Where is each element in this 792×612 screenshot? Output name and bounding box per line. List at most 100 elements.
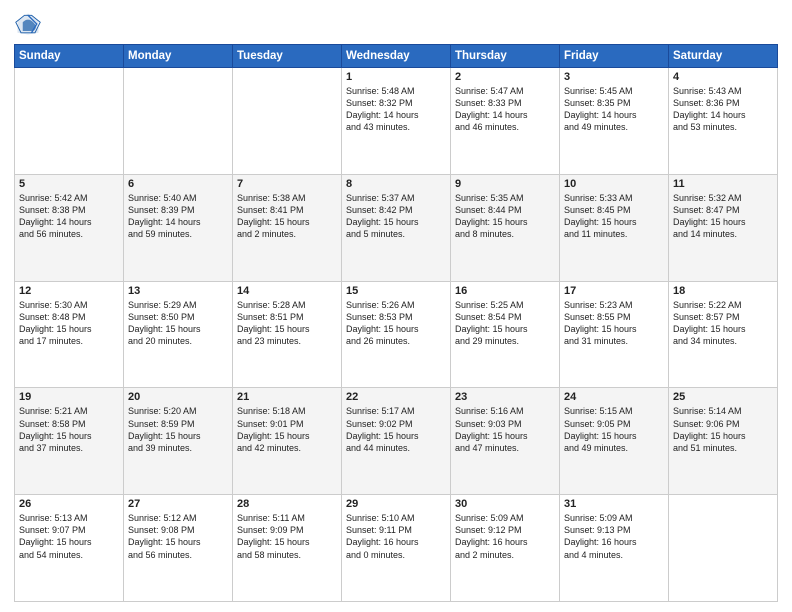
day-cell: 11 Sunrise: 5:32 AM Sunset: 8:47 PM Dayli… — [669, 174, 778, 281]
day-cell: 17Sunrise: 5:23 AM Sunset: 8:55 PM Dayli… — [560, 281, 669, 388]
day-cell: 14 Sunrise: 5:28 AM Sunset: 8:51 PM Dayli… — [233, 281, 342, 388]
day-number: 29 — [346, 498, 446, 510]
logo — [14, 10, 46, 38]
day-number: 15 — [346, 285, 446, 297]
day-cell: 19 Sunrise: 5:21 AM Sunset: 8:58 PM Dayli… — [15, 388, 124, 495]
day-detail: Sunrise: 5:09 AM Sunset: 9:13 PM Dayligh… — [564, 512, 664, 561]
day-cell: 18Sunrise: 5:22 AM Sunset: 8:57 PM Dayli… — [669, 281, 778, 388]
day-cell: 23 Sunrise: 5:16 AM Sunset: 9:03 PM Dayli… — [451, 388, 560, 495]
day-detail: Sunrise: 5:25 AM Sunset: 8:54 PM Dayligh… — [455, 299, 555, 348]
week-row-2: 5Sunrise: 5:42 AM Sunset: 8:38 PM Daylig… — [15, 174, 778, 281]
day-detail: Sunrise: 5:21 AM Sunset: 8:58 PM Dayligh… — [19, 405, 119, 454]
day-cell: 29 Sunrise: 5:10 AM Sunset: 9:11 PM Dayli… — [342, 495, 451, 602]
day-number: 14 — [237, 285, 337, 297]
weekday-monday: Monday — [124, 45, 233, 68]
day-number: 25 — [673, 391, 773, 403]
week-row-1: 1 Sunrise: 5:48 AM Sunset: 8:32 PM Daylig… — [15, 68, 778, 175]
day-number: 3 — [564, 71, 664, 83]
day-number: 5 — [19, 178, 119, 190]
day-detail: Sunrise: 5:33 AM Sunset: 8:45 PM Dayligh… — [564, 192, 664, 241]
day-cell: 28 Sunrise: 5:11 AM Sunset: 9:09 PM Dayli… — [233, 495, 342, 602]
day-detail: Sunrise: 5:47 AM Sunset: 8:33 PM Dayligh… — [455, 85, 555, 134]
day-detail: Sunrise: 5:10 AM Sunset: 9:11 PM Dayligh… — [346, 512, 446, 561]
day-detail: Sunrise: 5:30 AM Sunset: 8:48 PM Dayligh… — [19, 299, 119, 348]
weekday-saturday: Saturday — [669, 45, 778, 68]
weekday-sunday: Sunday — [15, 45, 124, 68]
day-cell: 8 Sunrise: 5:37 AM Sunset: 8:42 PM Daylig… — [342, 174, 451, 281]
week-row-5: 26 Sunrise: 5:13 AM Sunset: 9:07 PM Dayli… — [15, 495, 778, 602]
day-number: 16 — [455, 285, 555, 297]
day-detail: Sunrise: 5:28 AM Sunset: 8:51 PM Dayligh… — [237, 299, 337, 348]
day-cell: 7 Sunrise: 5:38 AM Sunset: 8:41 PM Daylig… — [233, 174, 342, 281]
day-detail: Sunrise: 5:26 AM Sunset: 8:53 PM Dayligh… — [346, 299, 446, 348]
calendar-table: SundayMondayTuesdayWednesdayThursdayFrid… — [14, 44, 778, 602]
day-detail: Sunrise: 5:20 AM Sunset: 8:59 PM Dayligh… — [128, 405, 228, 454]
day-detail: Sunrise: 5:35 AM Sunset: 8:44 PM Dayligh… — [455, 192, 555, 241]
day-detail: Sunrise: 5:11 AM Sunset: 9:09 PM Dayligh… — [237, 512, 337, 561]
day-detail: Sunrise: 5:16 AM Sunset: 9:03 PM Dayligh… — [455, 405, 555, 454]
day-detail: Sunrise: 5:14 AM Sunset: 9:06 PM Dayligh… — [673, 405, 773, 454]
day-number: 13 — [128, 285, 228, 297]
day-detail: Sunrise: 5:32 AM Sunset: 8:47 PM Dayligh… — [673, 192, 773, 241]
weekday-wednesday: Wednesday — [342, 45, 451, 68]
week-row-4: 19 Sunrise: 5:21 AM Sunset: 8:58 PM Dayli… — [15, 388, 778, 495]
weekday-header-row: SundayMondayTuesdayWednesdayThursdayFrid… — [15, 45, 778, 68]
day-cell: 24 Sunrise: 5:15 AM Sunset: 9:05 PM Dayli… — [560, 388, 669, 495]
day-number: 2 — [455, 71, 555, 83]
day-cell: 12 Sunrise: 5:30 AM Sunset: 8:48 PM Dayli… — [15, 281, 124, 388]
day-detail: Sunrise: 5:40 AM Sunset: 8:39 PM Dayligh… — [128, 192, 228, 241]
day-number: 21 — [237, 391, 337, 403]
day-cell — [669, 495, 778, 602]
day-number: 20 — [128, 391, 228, 403]
day-number: 28 — [237, 498, 337, 510]
week-row-3: 12 Sunrise: 5:30 AM Sunset: 8:48 PM Dayli… — [15, 281, 778, 388]
day-detail: Sunrise: 5:29 AM Sunset: 8:50 PM Dayligh… — [128, 299, 228, 348]
day-detail: Sunrise: 5:43 AM Sunset: 8:36 PM Dayligh… — [673, 85, 773, 134]
day-number: 9 — [455, 178, 555, 190]
day-number: 10 — [564, 178, 664, 190]
day-detail: Sunrise: 5:48 AM Sunset: 8:32 PM Dayligh… — [346, 85, 446, 134]
day-number: 12 — [19, 285, 119, 297]
weekday-tuesday: Tuesday — [233, 45, 342, 68]
day-cell: 9 Sunrise: 5:35 AM Sunset: 8:44 PM Daylig… — [451, 174, 560, 281]
day-detail: Sunrise: 5:13 AM Sunset: 9:07 PM Dayligh… — [19, 512, 119, 561]
day-detail: Sunrise: 5:38 AM Sunset: 8:41 PM Dayligh… — [237, 192, 337, 241]
day-cell: 10 Sunrise: 5:33 AM Sunset: 8:45 PM Dayli… — [560, 174, 669, 281]
day-cell — [15, 68, 124, 175]
day-detail: Sunrise: 5:45 AM Sunset: 8:35 PM Dayligh… — [564, 85, 664, 134]
day-cell: 27Sunrise: 5:12 AM Sunset: 9:08 PM Dayli… — [124, 495, 233, 602]
day-cell: 25 Sunrise: 5:14 AM Sunset: 9:06 PM Dayli… — [669, 388, 778, 495]
header — [14, 10, 778, 38]
day-number: 24 — [564, 391, 664, 403]
day-detail: Sunrise: 5:37 AM Sunset: 8:42 PM Dayligh… — [346, 192, 446, 241]
day-number: 17 — [564, 285, 664, 297]
day-number: 31 — [564, 498, 664, 510]
day-cell: 31 Sunrise: 5:09 AM Sunset: 9:13 PM Dayli… — [560, 495, 669, 602]
weekday-friday: Friday — [560, 45, 669, 68]
day-number: 26 — [19, 498, 119, 510]
day-number: 23 — [455, 391, 555, 403]
day-number: 19 — [19, 391, 119, 403]
page: SundayMondayTuesdayWednesdayThursdayFrid… — [0, 0, 792, 612]
day-number: 18 — [673, 285, 773, 297]
day-number: 8 — [346, 178, 446, 190]
day-cell: 5Sunrise: 5:42 AM Sunset: 8:38 PM Daylig… — [15, 174, 124, 281]
day-cell: 26 Sunrise: 5:13 AM Sunset: 9:07 PM Dayli… — [15, 495, 124, 602]
day-number: 1 — [346, 71, 446, 83]
day-number: 11 — [673, 178, 773, 190]
day-cell: 1 Sunrise: 5:48 AM Sunset: 8:32 PM Daylig… — [342, 68, 451, 175]
day-number: 4 — [673, 71, 773, 83]
day-detail: Sunrise: 5:15 AM Sunset: 9:05 PM Dayligh… — [564, 405, 664, 454]
logo-icon — [14, 10, 42, 38]
day-cell — [233, 68, 342, 175]
day-cell: 20 Sunrise: 5:20 AM Sunset: 8:59 PM Dayli… — [124, 388, 233, 495]
day-detail: Sunrise: 5:17 AM Sunset: 9:02 PM Dayligh… — [346, 405, 446, 454]
day-cell: 4 Sunrise: 5:43 AM Sunset: 8:36 PM Daylig… — [669, 68, 778, 175]
day-detail: Sunrise: 5:09 AM Sunset: 9:12 PM Dayligh… — [455, 512, 555, 561]
day-number: 22 — [346, 391, 446, 403]
day-detail: Sunrise: 5:18 AM Sunset: 9:01 PM Dayligh… — [237, 405, 337, 454]
day-number: 7 — [237, 178, 337, 190]
day-number: 30 — [455, 498, 555, 510]
weekday-thursday: Thursday — [451, 45, 560, 68]
day-cell: 30 Sunrise: 5:09 AM Sunset: 9:12 PM Dayli… — [451, 495, 560, 602]
